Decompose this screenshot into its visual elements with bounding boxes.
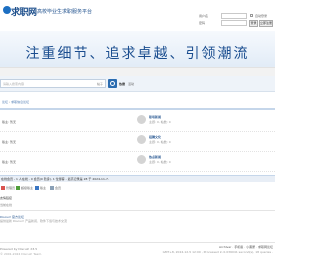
member-legend-label: 会员 (55, 186, 62, 190)
forum-row[interactable]: 版主: 暂无 热点新闻 主题: 0, 帖数: 0 (0, 152, 275, 172)
forum-moderator: 版主: 暂无 (2, 140, 16, 144)
mod-legend-icon (35, 186, 39, 190)
forum-icon[interactable] (137, 115, 146, 124)
password-label: 密码 (199, 21, 206, 25)
hot-search-item[interactable]: 活动 (128, 82, 134, 86)
forum-moderator: 版主: 暂无 (2, 120, 16, 124)
forum-stats: 主题: 0, 帖数: 0 (149, 140, 171, 144)
forum-row[interactable]: 版主: 暂无 招聘文化 主题: 0, 帖数: 0 (0, 132, 275, 152)
forum-title[interactable]: 职场新闻 (149, 115, 161, 119)
site-logo[interactable]: 求职网 (11, 5, 37, 18)
search-scope-select[interactable]: 帖子 (97, 82, 103, 86)
supermod-legend-label: 超级版主 (21, 186, 34, 190)
search-input[interactable]: 请输入搜索内容 帖子 (0, 79, 106, 88)
supermod-legend-icon (16, 186, 20, 190)
search-bar: 请输入搜索内容 帖子 热搜 活动 (0, 76, 275, 92)
forum-icon[interactable] (137, 135, 146, 144)
login-button[interactable]: 登录 (249, 20, 258, 27)
forum-title[interactable]: 热点新闻 (149, 155, 161, 159)
hero-banner: 注重细节、追求卓越、引领潮流 (0, 31, 275, 76)
forum-icon[interactable] (137, 155, 146, 164)
copyright: © 2001-2024 Discuz! Team. (0, 252, 43, 256)
autologin-checkbox[interactable] (250, 14, 253, 17)
autologin-label: 自动登录 (255, 14, 268, 18)
forum-list: 版主: 暂无 职场新闻 主题: 0, 帖数: 0 版主: 暂无 招聘文化 主题:… (0, 108, 275, 172)
forum-row[interactable]: 版主: 暂无 职场新闻 主题: 0, 帖数: 0 (0, 112, 275, 132)
footer-time: GMT+8, 2024-12-5 12:00 , Processed in 0.… (162, 250, 273, 254)
divider (0, 242, 275, 243)
site-slogan: 高校毕业生求职服务平台 (37, 9, 93, 15)
username-input[interactable] (221, 13, 247, 19)
admin-legend-icon (1, 186, 5, 190)
forum-moderator: 版主: 暂无 (2, 160, 16, 164)
search-placeholder: 请输入搜索内容 (3, 82, 25, 86)
search-icon[interactable] (108, 79, 117, 88)
mod-legend-label: 版主 (40, 186, 47, 190)
site-header: 求职网 高校毕业生求职服务平台 用户名 自动登录 密码 登录 立即注册 (0, 0, 275, 30)
hot-search-label: 热搜 (119, 82, 126, 86)
friend-links-subtitle: 当前在线 (0, 203, 13, 207)
member-legend: 管理员 超级版主 版主 会员 (0, 185, 275, 191)
friend-link-desc: 提供最新 Discuz! 产品新闻、软件下载与技术交流 (0, 219, 67, 223)
breadcrumb: 论坛 › 求职信息论坛 (0, 98, 275, 106)
username-label: 用户名 (199, 14, 209, 18)
admin-legend-label: 管理员 (6, 186, 16, 190)
divider (0, 210, 275, 211)
banner-title: 注重细节、追求卓越、引领潮流 (25, 46, 250, 62)
member-legend-icon (50, 186, 54, 190)
forum-stats: 主题: 0, 帖数: 0 (149, 120, 171, 124)
friend-links-header: 友情链接 (0, 196, 13, 200)
footer-links[interactable]: Archiver · 手机版 · 小黑屋 · 求职网论坛 (219, 245, 273, 249)
logo-icon[interactable] (3, 6, 11, 14)
breadcrumb-current[interactable]: 求职信息论坛 (11, 100, 29, 104)
online-members-header[interactable]: 在线会员 - 1 人在线 - 0 会员(0 隐身), 1 位游客 - 最高记录是… (0, 175, 275, 182)
forum-stats: 主题: 0, 帖数: 0 (149, 160, 171, 164)
powered-by[interactable]: Powered by Discuz! X3.5 (0, 247, 37, 251)
nav-strip (0, 67, 275, 76)
password-input[interactable] (221, 20, 247, 26)
forum-title[interactable]: 招聘文化 (149, 135, 161, 139)
register-button[interactable]: 立即注册 (259, 20, 273, 27)
